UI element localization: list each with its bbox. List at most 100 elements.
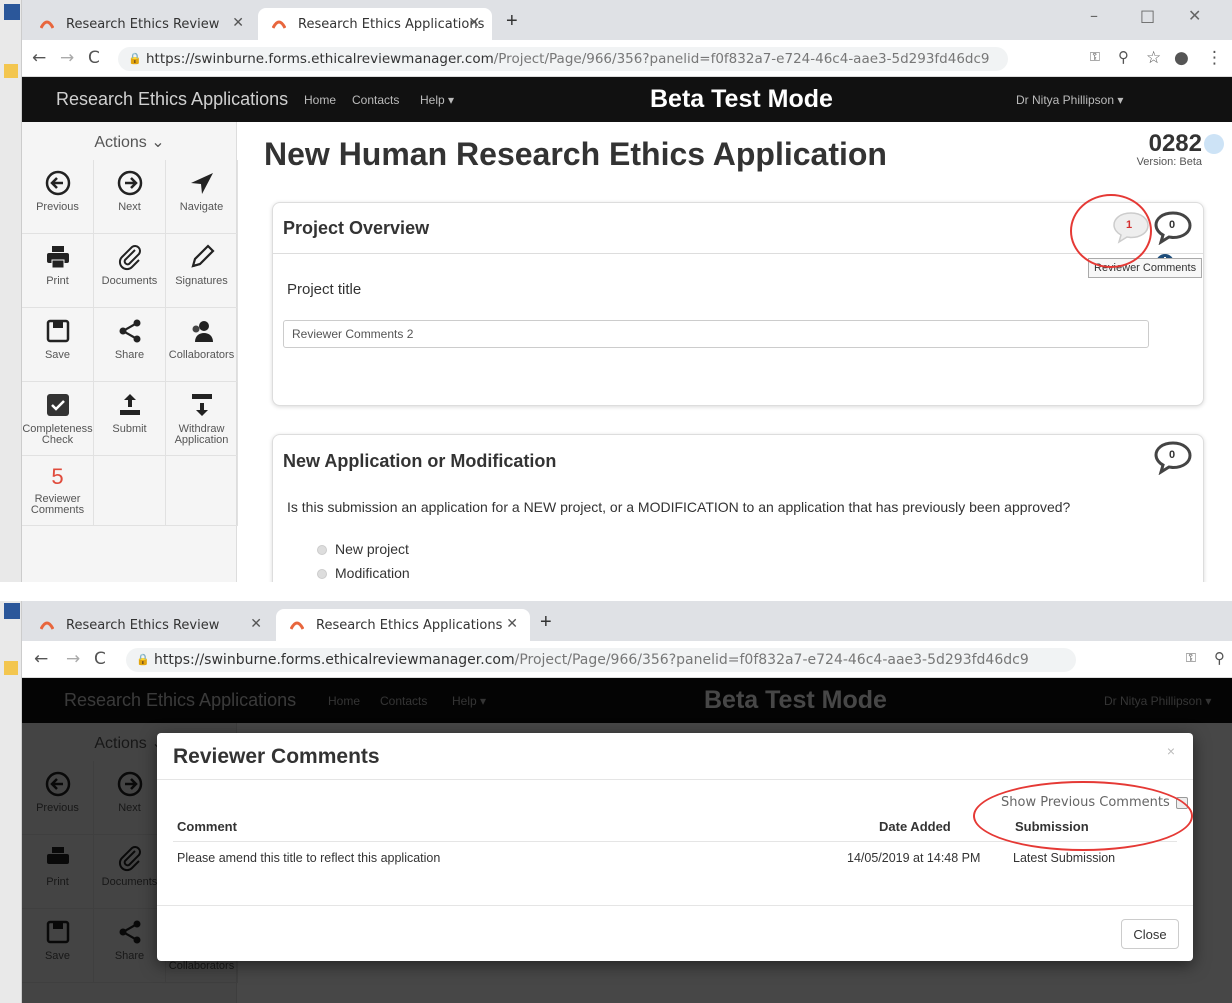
menu-icon[interactable]: ⋮ [1206, 48, 1223, 68]
tab-title: Research Ethics Review [66, 17, 220, 32]
save-label: Save [44, 349, 71, 361]
url-path: /Project/Page/966/356?panelid=f0f832a7-e… [514, 652, 1029, 668]
user-menu[interactable]: Dr Nitya Phillipson ▾ [1016, 93, 1123, 107]
browser-tab-applications[interactable]: Research Ethics Applications ✕ [276, 609, 530, 641]
actions-header[interactable]: Actions ⌄ [22, 122, 237, 160]
url-host: https://swinburne.forms.ethicalreviewman… [154, 652, 515, 668]
column-header-comment: Comment [177, 819, 237, 834]
collaborators-button[interactable]: Collaborators [166, 308, 238, 382]
bookmark-star-icon[interactable]: ☆ [1146, 48, 1161, 68]
share-button[interactable]: Share [94, 308, 166, 382]
forward-icon[interactable]: → [60, 48, 74, 68]
back-icon[interactable]: ← [34, 649, 48, 669]
radio-modification[interactable]: Modification [317, 565, 410, 581]
nav-contacts[interactable]: Contacts [352, 93, 399, 107]
column-header-date: Date Added [879, 819, 951, 834]
back-icon[interactable]: ← [32, 48, 46, 68]
signatures-button[interactable]: Signatures [166, 234, 238, 308]
documents-button[interactable]: Documents [94, 234, 166, 308]
withdraw-button[interactable]: Withdraw Application [166, 382, 238, 456]
zoom-icon[interactable]: ⚲ [1118, 48, 1129, 66]
modal-close-icon[interactable]: × [1167, 743, 1175, 759]
paperclip-icon [118, 245, 141, 271]
new-application-panel: New Application or Modification 0 Is thi… [272, 434, 1204, 582]
print-button[interactable]: Print [22, 234, 94, 308]
radio-new-project[interactable]: New project [317, 541, 409, 557]
main-content: New Human Research Ethics Application 02… [238, 122, 1232, 582]
address-bar: ← → C 🔒 https://swinburne.forms.ethicalr… [22, 641, 1232, 678]
comment-cell: Please amend this title to reflect this … [177, 851, 441, 865]
page-title: New Human Research Ethics Application [264, 136, 887, 172]
maximize-icon[interactable]: □ [1140, 6, 1155, 25]
url-host: https://swinburne.forms.ethicalreviewman… [146, 51, 494, 67]
documents-label: Documents [101, 275, 158, 287]
printer-icon [46, 246, 69, 269]
reviewer-comments-button[interactable]: 5 Reviewer Comments [22, 456, 94, 526]
site-favicon-icon [40, 621, 54, 630]
close-window-icon[interactable]: ✕ [1188, 6, 1201, 25]
next-label: Next [118, 201, 141, 213]
reload-icon[interactable]: C [88, 48, 100, 68]
previous-label: Previous [36, 201, 79, 213]
beta-mode-label: Beta Test Mode [650, 85, 833, 113]
url-path: /Project/Page/966/356?panelid=f0f832a7-e… [493, 51, 990, 67]
browser-tabbar: Research Ethics Review ✕ Research Ethics… [22, 0, 1232, 40]
close-tab-icon[interactable]: ✕ [506, 616, 518, 632]
key-icon[interactable]: ⚿ [1090, 50, 1100, 65]
browser-tab-review[interactable]: Research Ethics Review ✕ [26, 8, 256, 40]
completeness-label: Completeness Check [22, 423, 93, 446]
forward-icon[interactable]: → [66, 649, 80, 669]
app-navbar: Research Ethics Applications Home Contac… [22, 77, 1232, 122]
zoom-icon[interactable]: ⚲ [1214, 649, 1225, 667]
app-brand[interactable]: Research Ethics Applications [56, 89, 288, 110]
lock-icon: 🔒 [128, 52, 142, 65]
site-favicon-icon [290, 621, 304, 630]
checkbox-checked-icon [46, 394, 69, 416]
previous-button[interactable]: Previous [22, 160, 94, 234]
key-icon[interactable]: ⚿ [1186, 651, 1196, 666]
close-tab-icon[interactable]: ✕ [468, 15, 480, 31]
empty-action-slot [94, 456, 166, 526]
application-question: Is this submission an application for a … [287, 499, 1071, 515]
highlight-circle [973, 781, 1193, 851]
url-field[interactable]: 🔒 https://swinburne.forms.ethicalreviewm… [118, 47, 1008, 71]
project-title-input[interactable]: Reviewer Comments 2 [283, 320, 1149, 348]
close-tab-icon[interactable]: ✕ [232, 15, 244, 31]
save-button[interactable]: Save [22, 308, 94, 382]
nav-help[interactable]: Help ▾ [420, 93, 454, 107]
navigate-button[interactable]: Navigate [166, 160, 238, 234]
users-icon [192, 321, 213, 342]
next-button[interactable]: Next [94, 160, 166, 234]
browser-tabbar: Research Ethics Review ✕ Research Ethics… [22, 601, 1232, 641]
close-button[interactable]: Close [1121, 919, 1179, 949]
reviewer-comments-modal: Reviewer Comments × Show Previous Commen… [157, 733, 1193, 961]
collaborators-label: Collaborators [168, 349, 235, 361]
signatures-label: Signatures [175, 275, 228, 287]
share-label: Share [114, 349, 145, 361]
address-bar: ← → C 🔒 https://swinburne.forms.ethicalr… [22, 40, 1232, 77]
completeness-check-button[interactable]: Completeness Check [22, 382, 94, 456]
help-icon[interactable] [1204, 134, 1224, 154]
new-tab-icon[interactable]: + [506, 10, 518, 33]
navigate-arrow-icon [190, 173, 213, 194]
panel-heading: Project Overview [283, 218, 430, 238]
desktop-side-strip [0, 0, 22, 582]
comment-count: 0 [1169, 449, 1176, 461]
reload-icon[interactable]: C [94, 649, 106, 669]
minimize-icon[interactable]: – [1090, 6, 1098, 25]
url-field[interactable]: 🔒 https://swinburne.forms.ethicalreviewm… [126, 648, 1076, 672]
reviewer-comments-label: Reviewer Comments [30, 493, 85, 516]
radio-label: New project [335, 541, 409, 557]
radio-label: Modification [335, 565, 410, 581]
browser-tab-applications[interactable]: Research Ethics Applications ✕ [258, 8, 492, 40]
account-icon[interactable]: ● [1174, 48, 1189, 68]
print-label: Print [46, 275, 69, 287]
new-tab-icon[interactable]: + [540, 611, 552, 634]
browser-tab-review[interactable]: Research Ethics Review ✕ [26, 609, 274, 641]
submit-button[interactable]: Submit [94, 382, 166, 456]
site-favicon-icon [272, 20, 286, 29]
tab-title: Research Ethics Applications [298, 17, 485, 32]
close-tab-icon[interactable]: ✕ [250, 616, 262, 632]
application-version: Version: Beta [1136, 156, 1202, 168]
nav-home[interactable]: Home [304, 93, 336, 107]
